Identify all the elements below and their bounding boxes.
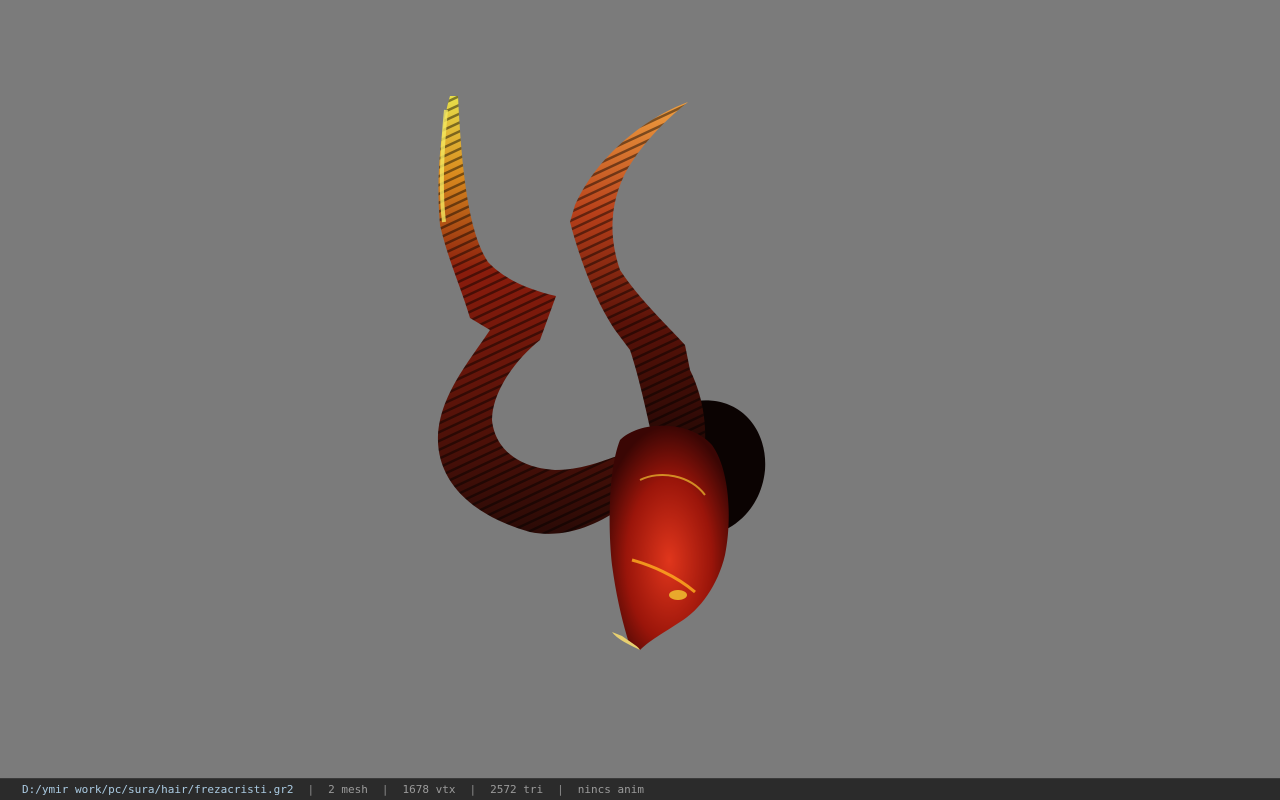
separator: | [557, 783, 564, 796]
separator: | [469, 783, 477, 796]
file-path: D:/ymir work/pc/sura/hair/frezacristi.gr… [22, 783, 294, 796]
animation-status: nincs anim [577, 783, 644, 796]
mesh-count: 2 mesh [328, 783, 368, 796]
left-horn [437, 96, 625, 534]
vertex-count: 1678 vtx [402, 783, 456, 796]
separator: | [307, 783, 315, 796]
demon-face [609, 425, 729, 650]
separator: | [381, 783, 389, 796]
3d-viewport[interactable] [0, 0, 1280, 778]
status-bar: D:/ymir work/pc/sura/hair/frezacristi.gr… [0, 778, 1280, 800]
right-horn [570, 102, 706, 470]
triangle-count: 2572 tri [490, 783, 544, 796]
model-render [437, 96, 766, 650]
